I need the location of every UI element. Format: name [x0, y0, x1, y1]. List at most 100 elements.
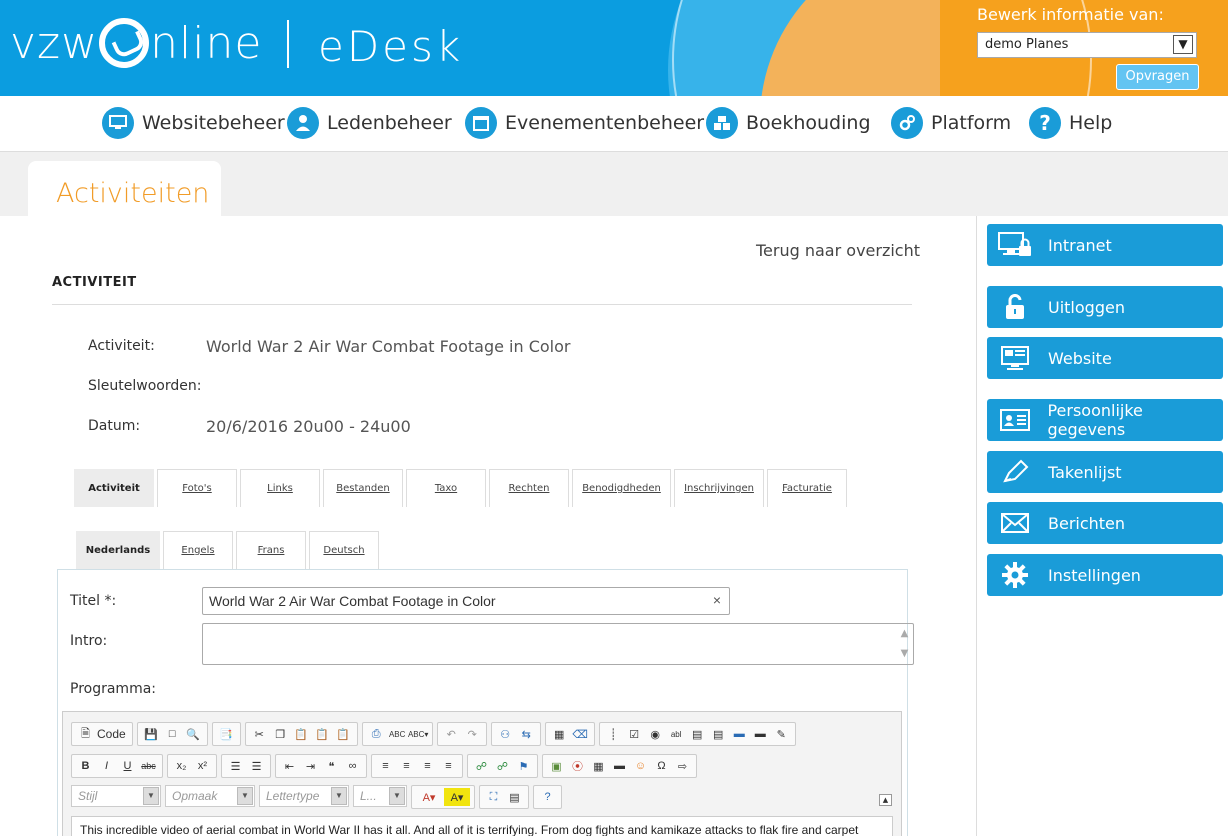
strikethrough-icon[interactable]: abc: [139, 757, 158, 775]
undo-icon[interactable]: ↶: [442, 725, 461, 743]
anchor-icon[interactable]: ⚑: [514, 757, 533, 775]
tab-nederlands[interactable]: Nederlands: [76, 531, 160, 569]
save-icon[interactable]: 💾: [142, 725, 161, 743]
tab-frans[interactable]: Frans: [236, 531, 306, 569]
button-field-icon[interactable]: ▬: [730, 725, 749, 743]
replace-icon[interactable]: ⇆: [517, 725, 536, 743]
select-field-icon[interactable]: ▤: [709, 725, 728, 743]
link-icon[interactable]: ☍: [472, 757, 491, 775]
nav-item-ledenbeheer[interactable]: Ledenbeheer: [287, 107, 452, 139]
underline-icon[interactable]: U: [118, 757, 137, 775]
templates-icon[interactable]: 📑: [217, 725, 236, 743]
clear-icon[interactable]: ×: [713, 592, 721, 608]
background-color-icon[interactable]: A▾: [444, 788, 470, 806]
bold-icon[interactable]: B: [76, 757, 95, 775]
bulleted-list-icon[interactable]: ☰: [247, 757, 266, 775]
sidebar-item-uitloggen[interactable]: Uitloggen: [987, 286, 1223, 328]
collapse-toolbar-icon[interactable]: ▲: [879, 794, 892, 806]
align-left-icon[interactable]: ≡: [376, 757, 395, 775]
horizontal-rule-icon[interactable]: ▬: [610, 757, 629, 775]
tab-fotos[interactable]: Foto's: [157, 469, 237, 507]
smiley-icon[interactable]: ☺: [631, 757, 650, 775]
image-icon[interactable]: ▣: [547, 757, 566, 775]
flash-icon[interactable]: ⦿: [568, 757, 587, 775]
paste-icon[interactable]: 📋: [292, 725, 311, 743]
nav-item-platform[interactable]: Platform: [891, 107, 1011, 139]
textarea-scrollbar[interactable]: ▲ ▼: [896, 624, 913, 664]
sidebar-item-instellingen[interactable]: Instellingen: [987, 554, 1223, 596]
nav-item-help[interactable]: ? Help: [1029, 107, 1112, 139]
maximize-icon[interactable]: ⛶: [484, 788, 503, 806]
page-break-icon[interactable]: ⇨: [673, 757, 692, 775]
nav-item-websitebeheer[interactable]: Websitebeheer: [102, 107, 285, 139]
table-icon[interactable]: ▦: [589, 757, 608, 775]
tab-inschrijvingen[interactable]: Inschrijvingen: [674, 469, 764, 507]
text-color-icon[interactable]: A▾: [416, 788, 442, 806]
spellcheck-icon[interactable]: ABC: [388, 725, 407, 743]
print-icon[interactable]: ⎙: [367, 725, 386, 743]
tab-activiteit[interactable]: Activiteit: [74, 469, 154, 507]
titel-input[interactable]: World War 2 Air War Combat Footage in Co…: [202, 587, 730, 615]
sidebar-item-website[interactable]: Website: [987, 337, 1223, 379]
hidden-field-icon[interactable]: ✎: [772, 725, 791, 743]
checkbox-icon[interactable]: ☑: [625, 725, 644, 743]
organisation-select[interactable]: demo Planes ▼: [977, 32, 1197, 58]
chevron-down-icon[interactable]: ▼: [1173, 35, 1193, 54]
code-button[interactable]: Code: [97, 727, 128, 741]
align-center-icon[interactable]: ≡: [397, 757, 416, 775]
font-combo[interactable]: Lettertype ▼: [259, 785, 349, 807]
unlink-icon[interactable]: ☍: [493, 757, 512, 775]
nav-item-evenementenbeheer[interactable]: Evenementenbeheer: [465, 107, 704, 139]
div-container-icon[interactable]: ∞: [343, 757, 362, 775]
justify-icon[interactable]: ≡: [439, 757, 458, 775]
style-combo[interactable]: Stijl ▼: [71, 785, 161, 807]
blockquote-icon[interactable]: ❝: [322, 757, 341, 775]
tab-benodigdheden[interactable]: Benodigdheden: [572, 469, 671, 507]
special-char-icon[interactable]: Ω: [652, 757, 671, 775]
form-icon[interactable]: ┊: [604, 725, 623, 743]
new-page-icon[interactable]: □: [163, 725, 182, 743]
select-all-icon[interactable]: ▦: [550, 725, 569, 743]
find-icon[interactable]: ⚇: [496, 725, 515, 743]
tab-bestanden[interactable]: Bestanden: [323, 469, 403, 507]
sidebar-item-persoonlijke-gegevens[interactable]: Persoonlijke gegevens: [987, 399, 1223, 441]
align-right-icon[interactable]: ≡: [418, 757, 437, 775]
textarea-icon[interactable]: ▤: [688, 725, 707, 743]
tab-facturatie[interactable]: Facturatie: [767, 469, 847, 507]
image-button-icon[interactable]: ▬: [751, 725, 770, 743]
format-combo[interactable]: Opmaak ▼: [165, 785, 255, 807]
textfield-icon[interactable]: abl: [667, 725, 686, 743]
copy-icon[interactable]: ❐: [271, 725, 290, 743]
intro-textarea[interactable]: ▲ ▼: [202, 623, 914, 665]
tab-deutsch[interactable]: Deutsch: [309, 531, 379, 569]
tab-rechten[interactable]: Rechten: [489, 469, 569, 507]
about-icon[interactable]: ?: [538, 788, 557, 806]
spellcheck-dropdown-icon[interactable]: ABC▾: [408, 725, 428, 743]
font-size-combo[interactable]: L... ▼: [353, 785, 407, 807]
nav-item-boekhouding[interactable]: Boekhouding: [706, 107, 871, 139]
numbered-list-icon[interactable]: ☰: [226, 757, 245, 775]
redo-icon[interactable]: ↷: [463, 725, 482, 743]
radio-icon[interactable]: ◉: [646, 725, 665, 743]
tab-taxo[interactable]: Taxo: [406, 469, 486, 507]
vzwonline-logo[interactable]: vzw nline: [10, 18, 262, 69]
sidebar-item-berichten[interactable]: Berichten: [987, 502, 1223, 544]
subscript-icon[interactable]: x₂: [172, 757, 191, 775]
show-blocks-icon[interactable]: ▤: [505, 788, 524, 806]
italic-icon[interactable]: I: [97, 757, 116, 775]
sidebar-item-takenlijst[interactable]: Takenlijst: [987, 451, 1223, 493]
superscript-icon[interactable]: x²: [193, 757, 212, 775]
outdent-icon[interactable]: ⇤: [280, 757, 299, 775]
tab-links[interactable]: Links: [240, 469, 320, 507]
cut-icon[interactable]: ✂: [250, 725, 269, 743]
paste-word-icon[interactable]: 📋: [334, 725, 353, 743]
indent-icon[interactable]: ⇥: [301, 757, 320, 775]
editor-content-area[interactable]: This incredible video of aerial combat i…: [71, 816, 893, 836]
tab-engels[interactable]: Engels: [163, 531, 233, 569]
opvragen-button[interactable]: Opvragen: [1116, 64, 1199, 90]
remove-format-icon[interactable]: ⌫: [571, 725, 590, 743]
sidebar-item-intranet[interactable]: Intranet: [987, 224, 1223, 266]
paste-text-icon[interactable]: 📋: [313, 725, 332, 743]
back-to-overview-link[interactable]: Terug naar overzicht: [756, 241, 920, 260]
preview-icon[interactable]: 🔍: [184, 725, 203, 743]
